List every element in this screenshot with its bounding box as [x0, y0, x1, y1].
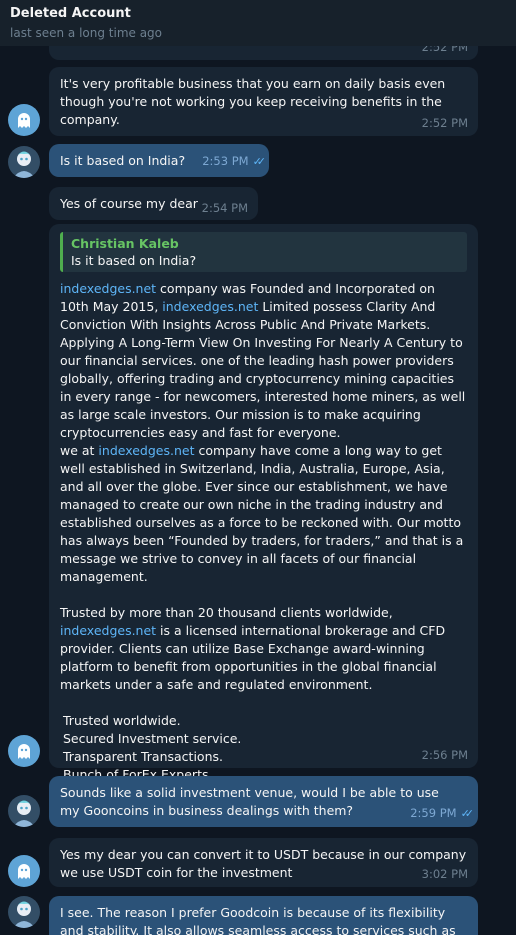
- message-bubble[interactable]: Yes of course my dear 2:54 PM: [49, 187, 258, 220]
- message-paragraph: Trusted by more than 20 thousand clients…: [60, 605, 446, 692]
- message-bubble[interactable]: I see. The reason I prefer Goodcoin is b…: [49, 896, 478, 935]
- list-item: Secured Investment service.: [63, 731, 242, 746]
- message-paragraph: we at indexedges.net company have come a…: [60, 443, 464, 584]
- message-time: 2:56 PM: [421, 748, 468, 762]
- message-link[interactable]: indexedges.net: [98, 443, 194, 458]
- message-text: Is it based on India?: [60, 153, 186, 168]
- chat-title[interactable]: Deleted Account: [10, 5, 506, 22]
- user-avatar-icon[interactable]: [8, 896, 40, 928]
- message-time: 2:53 PM ✓✓: [202, 154, 267, 168]
- message-bubble[interactable]: Sounds like a solid investment venue, wo…: [49, 776, 478, 827]
- chat-status: last seen a long time ago: [10, 26, 163, 40]
- message-time: 2:59 PM ✓✓: [410, 806, 475, 820]
- message-bubble[interactable]: Is it based on India? 2:53 PM ✓✓: [49, 144, 269, 177]
- message-paragraph: indexedges.net company was Founded and I…: [60, 281, 466, 440]
- message-text: It's very profitable business that you e…: [60, 76, 446, 127]
- reply-text: Is it based on India?: [71, 253, 197, 268]
- user-avatar-icon[interactable]: [8, 146, 40, 178]
- message-text: I see. The reason I prefer Goodcoin is b…: [60, 905, 456, 935]
- message-time: 2:54 PM: [201, 201, 248, 215]
- double-check-icon: ✓✓: [252, 155, 267, 168]
- message-list[interactable]: 2:52 PM It's very profitable business th…: [0, 0, 516, 935]
- list-item: Transparent Transactions.: [63, 749, 223, 764]
- message-time: 2:52 PM: [421, 116, 468, 130]
- reply-quote[interactable]: Christian Kaleb Is it based on India?: [60, 232, 467, 272]
- message-bubble[interactable]: Yes my dear you can convert it to USDT b…: [49, 838, 478, 887]
- ghost-avatar-icon[interactable]: [8, 104, 40, 136]
- user-avatar-icon[interactable]: [8, 795, 40, 827]
- message-body: indexedges.net company was Founded and I…: [60, 277, 467, 784]
- ghost-avatar-icon[interactable]: [8, 735, 40, 767]
- message-link[interactable]: indexedges.net: [60, 623, 156, 638]
- double-check-icon: ✓✓: [460, 807, 475, 820]
- message-time: 3:02 PM: [421, 867, 468, 881]
- message-bubble[interactable]: It's very profitable business that you e…: [49, 67, 478, 136]
- reply-author: Christian Kaleb: [71, 236, 179, 251]
- message-text: Yes my dear you can convert it to USDT b…: [60, 847, 467, 880]
- message-link[interactable]: indexedges.net: [162, 299, 258, 314]
- message-text: Sounds like a solid investment venue, wo…: [60, 785, 439, 818]
- message-link[interactable]: indexedges.net: [60, 281, 156, 296]
- feature-list: Trusted worldwide. Secured Investment se…: [60, 712, 467, 784]
- message-bubble[interactable]: Christian Kaleb Is it based on India? in…: [49, 224, 478, 782]
- ghost-avatar-icon[interactable]: [8, 855, 40, 887]
- message-text: Yes of course my dear: [60, 196, 198, 211]
- list-item: Trusted worldwide.: [63, 713, 181, 728]
- chat-header[interactable]: Deleted Account last seen a long time ag…: [0, 0, 516, 46]
